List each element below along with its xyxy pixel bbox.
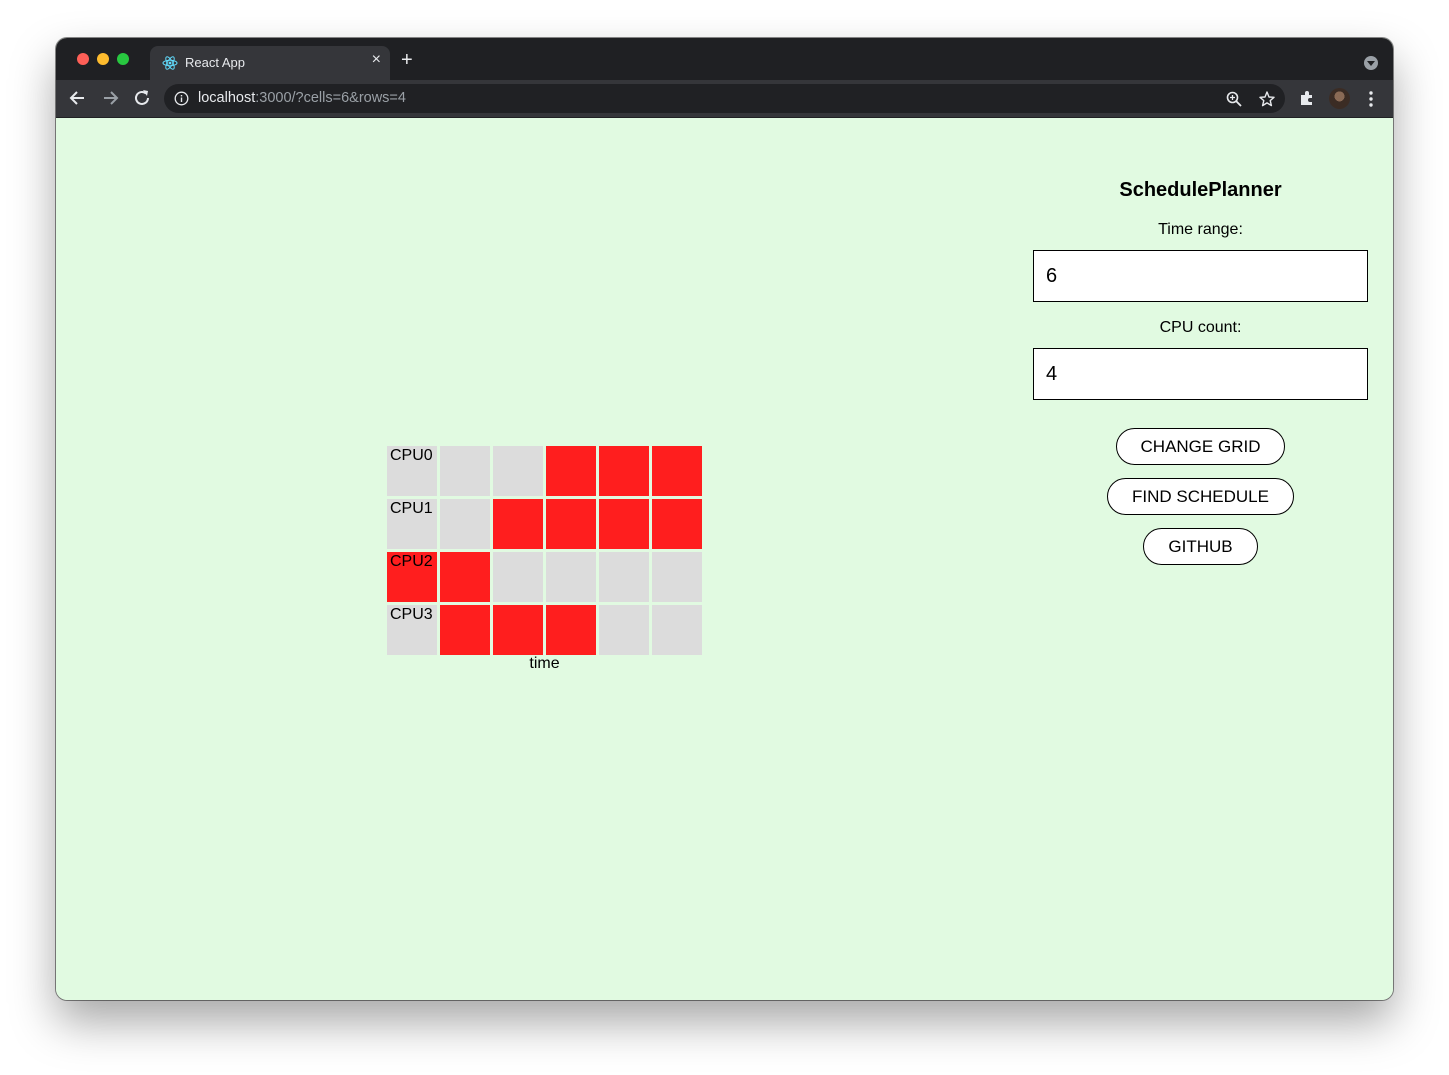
grid-cell-active[interactable] <box>652 446 702 496</box>
cpu-row-label[interactable]: CPU0 <box>387 446 437 496</box>
browser-window: React App × + localhost:3000/?cells=6&ro… <box>56 38 1393 1000</box>
find-schedule-button[interactable]: FIND SCHEDULE <box>1107 478 1294 515</box>
page-content: CPU0 CPU1 CPU2 CPU3 time SchedulePlanner Ti… <box>56 118 1393 1000</box>
reload-icon[interactable] <box>131 87 153 109</box>
react-logo-icon <box>162 56 178 70</box>
cpu-row-label[interactable]: CPU2 <box>387 552 437 602</box>
forward-arrow-icon[interactable] <box>99 87 121 109</box>
profile-avatar[interactable] <box>1329 88 1350 109</box>
time-axis-label: time <box>529 655 560 672</box>
site-info-icon[interactable] <box>174 91 189 106</box>
grid-cell-active[interactable] <box>493 605 543 655</box>
maximize-window-button[interactable] <box>117 53 129 65</box>
grid-cell-active[interactable] <box>652 499 702 549</box>
cpu-row-label[interactable]: CPU1 <box>387 499 437 549</box>
control-panel: SchedulePlanner Time range: CPU count: C… <box>1033 176 1368 565</box>
grid-row: CPU0 <box>387 446 702 496</box>
grid-row: CPU3 <box>387 605 702 655</box>
grid-cell-active[interactable] <box>599 446 649 496</box>
github-button[interactable]: GITHUB <box>1143 528 1258 565</box>
grid-cell-empty[interactable] <box>546 552 596 602</box>
grid-cell-empty[interactable] <box>440 499 490 549</box>
grid-cell-active[interactable] <box>493 499 543 549</box>
grid-cell-empty[interactable] <box>599 605 649 655</box>
app-title: SchedulePlanner <box>1119 179 1282 201</box>
change-grid-button[interactable]: CHANGE GRID <box>1115 428 1286 465</box>
grid-cell-empty[interactable] <box>652 552 702 602</box>
url-text[interactable]: localhost:3000/?cells=6&rows=4 <box>198 90 406 106</box>
cpu-count-label: CPU count: <box>1159 319 1242 336</box>
minimize-window-button[interactable] <box>97 53 109 65</box>
grid-cell-empty[interactable] <box>493 552 543 602</box>
grid-cell-empty[interactable] <box>440 446 490 496</box>
more-menu-icon[interactable] <box>1365 89 1377 109</box>
tab-title: React App <box>185 55 245 70</box>
grid-cell-empty[interactable] <box>599 552 649 602</box>
browser-toolbar: localhost:3000/?cells=6&rows=4 <box>56 80 1393 118</box>
grid-row: CPU1 <box>387 499 702 549</box>
grid-cell-active[interactable] <box>546 446 596 496</box>
url-host: localhost <box>198 90 256 106</box>
new-tab-button[interactable]: + <box>401 49 413 72</box>
url-path: :3000/?cells=6&rows=4 <box>255 90 406 106</box>
cpu-row-label[interactable]: CPU3 <box>387 605 437 655</box>
time-range-input[interactable] <box>1033 250 1368 302</box>
schedule-grid: CPU0 CPU1 CPU2 CPU3 <box>387 446 702 658</box>
grid-cell-empty[interactable] <box>493 446 543 496</box>
grid-cell-active[interactable] <box>546 605 596 655</box>
grid-row: CPU2 <box>387 552 702 602</box>
cpu-count-input[interactable] <box>1033 348 1368 400</box>
tab-search-icon[interactable] <box>1364 56 1378 70</box>
close-tab-icon[interactable]: × <box>372 51 381 69</box>
browser-tab[interactable]: React App × <box>150 46 390 80</box>
address-bar[interactable]: localhost:3000/?cells=6&rows=4 <box>164 84 1285 113</box>
close-window-button[interactable] <box>77 53 89 65</box>
grid-cell-active[interactable] <box>546 499 596 549</box>
tab-bar: React App × + <box>56 38 1393 80</box>
back-arrow-icon[interactable] <box>67 87 89 109</box>
grid-cell-active[interactable] <box>440 552 490 602</box>
grid-cell-active[interactable] <box>599 499 649 549</box>
grid-cell-active[interactable] <box>440 605 490 655</box>
zoom-icon[interactable] <box>1225 90 1243 108</box>
grid-cell-empty[interactable] <box>652 605 702 655</box>
time-range-label: Time range: <box>1158 221 1243 238</box>
bookmark-star-icon[interactable] <box>1258 90 1276 108</box>
extensions-puzzle-icon[interactable] <box>1298 89 1316 107</box>
